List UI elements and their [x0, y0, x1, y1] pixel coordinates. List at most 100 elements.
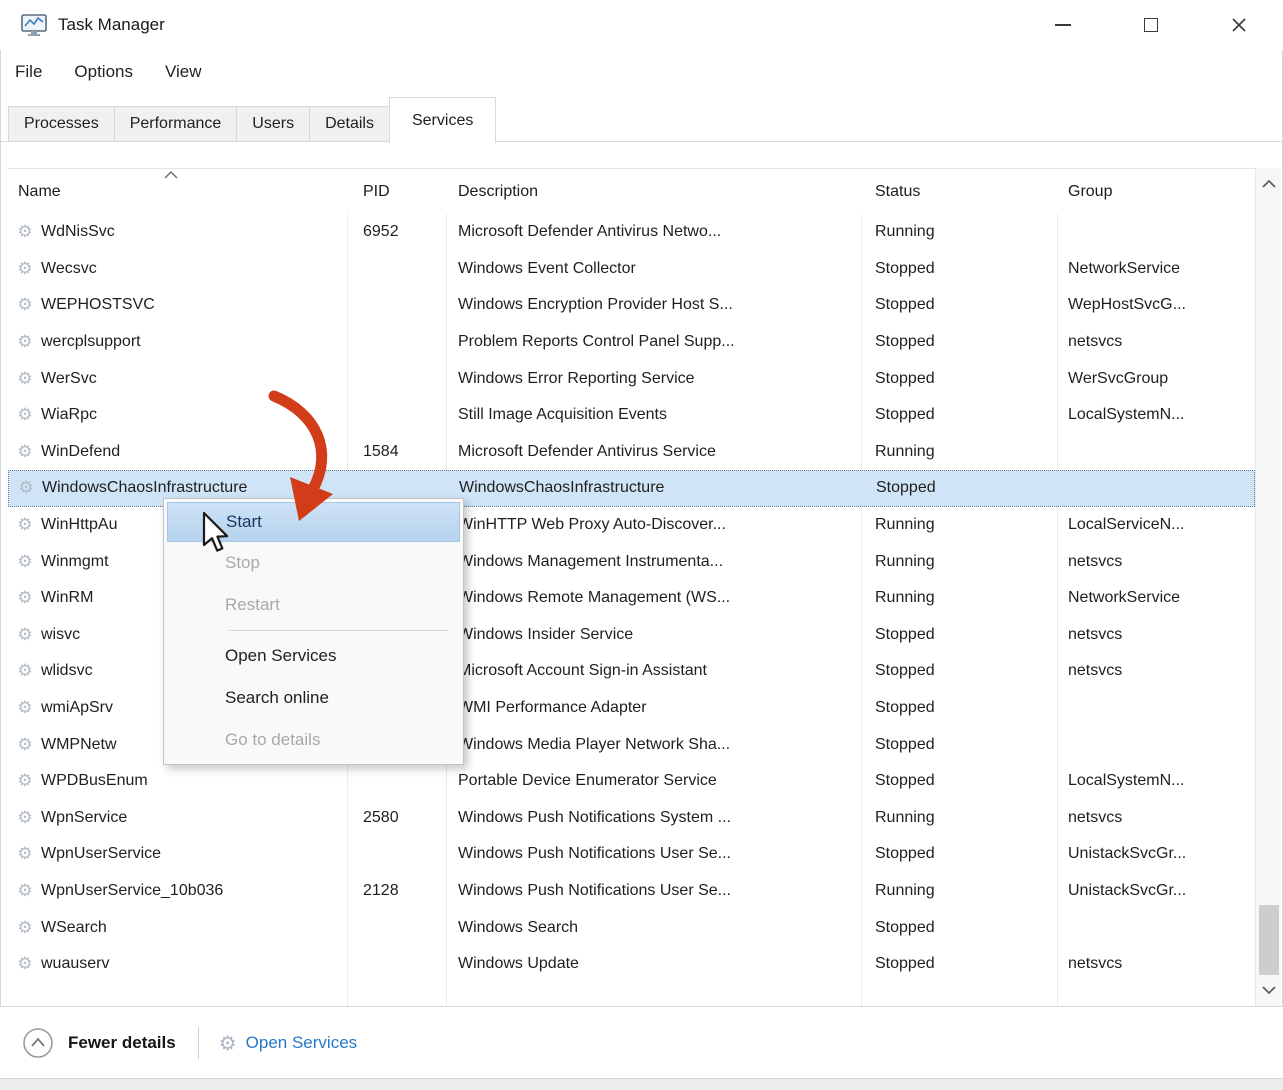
context-menu-item-stop[interactable]: Stop: [167, 542, 460, 584]
service-description: Microsoft Account Sign-in Assistant: [446, 662, 861, 680]
scrollbar-thumb[interactable]: [1259, 905, 1279, 975]
service-pid: 2128: [347, 882, 446, 900]
service-gear-icon: ⚙: [14, 515, 36, 535]
scroll-down-button[interactable]: [1256, 976, 1282, 1004]
service-gear-icon: ⚙: [14, 442, 36, 462]
chevron-up-icon: [1262, 180, 1276, 188]
service-name: WpnUserService_10b036: [41, 882, 223, 900]
context-menu-item-open-services[interactable]: Open Services: [167, 635, 460, 677]
service-description: Windows Push Notifications System ...: [446, 809, 861, 827]
service-gear-icon: ⚙: [14, 369, 36, 389]
service-name: WEPHOSTSVC: [41, 296, 155, 314]
service-description: Windows Remote Management (WS...: [446, 589, 861, 607]
table-row[interactable]: ⚙ WdNisSvc 6952 Microsoft Defender Antiv…: [8, 214, 1255, 251]
menubar: File Options View: [0, 52, 202, 92]
service-pid: 6952: [347, 223, 446, 241]
tab-services[interactable]: Services: [389, 97, 496, 143]
table-header: Name PID Description Status Group: [8, 168, 1255, 214]
tab-performance[interactable]: Performance: [114, 106, 238, 142]
service-gear-icon: ⚙: [14, 588, 36, 608]
column-header-status[interactable]: Status: [861, 183, 1057, 201]
service-gear-icon: ⚙: [14, 771, 36, 791]
service-status: Running: [861, 882, 1057, 900]
service-gear-icon: ⚙: [14, 295, 36, 315]
service-name: Winmgmt: [41, 553, 109, 571]
table-row[interactable]: ⚙ Wecsvc Windows Event Collector Stopped…: [8, 251, 1255, 288]
table-row[interactable]: ⚙ wercplsupport Problem Reports Control …: [8, 324, 1255, 361]
context-menu: Start Stop Restart Open Services Search …: [163, 498, 464, 765]
table-row[interactable]: ⚙ WPDBusEnum Portable Device Enumerator …: [8, 763, 1255, 800]
service-group: netsvcs: [1057, 662, 1255, 680]
service-name: WMPNetw: [41, 736, 117, 754]
service-status: Running: [861, 809, 1057, 827]
column-header-group[interactable]: Group: [1057, 183, 1255, 201]
menubar-item-file[interactable]: File: [15, 62, 42, 82]
table-row[interactable]: ⚙ wuauserv Windows Update Stopped netsvc…: [8, 946, 1255, 983]
service-name: WdNisSvc: [41, 223, 115, 241]
task-manager-icon: [20, 11, 48, 39]
service-status: Stopped: [861, 370, 1057, 388]
service-name: wuauserv: [41, 955, 109, 973]
minimize-button[interactable]: [1019, 0, 1107, 50]
chevron-down-icon: [1262, 986, 1276, 994]
vertical-scrollbar[interactable]: [1255, 168, 1281, 1006]
service-name: WinDefend: [41, 443, 120, 461]
service-gear-icon: ⚙: [14, 552, 36, 572]
tab-processes[interactable]: Processes: [8, 106, 115, 142]
service-description: Windows Insider Service: [446, 626, 861, 644]
table-row[interactable]: ⚙ WSearch Windows Search Stopped: [8, 909, 1255, 946]
chevron-up-circle-icon: [22, 1027, 54, 1059]
column-header-name[interactable]: Name: [8, 183, 347, 201]
service-gear-icon: ⚙: [14, 881, 36, 901]
menubar-item-view[interactable]: View: [165, 62, 202, 82]
service-description: Windows Push Notifications User Se...: [446, 845, 861, 863]
service-description: WinHTTP Web Proxy Auto-Discover...: [446, 516, 861, 534]
menubar-item-options[interactable]: Options: [74, 62, 133, 82]
column-header-pid[interactable]: PID: [347, 183, 446, 201]
footer: Fewer details ⚙ Open Services: [0, 1006, 1283, 1078]
service-status: Running: [861, 443, 1057, 461]
service-gear-icon: ⚙: [15, 478, 37, 498]
table-row[interactable]: ⚙ WiaRpc Still Image Acquisition Events …: [8, 397, 1255, 434]
service-name: WinHttpAu: [41, 516, 117, 534]
table-row[interactable]: ⚙ WinDefend 1584 Microsoft Defender Anti…: [8, 434, 1255, 471]
close-icon: [1230, 16, 1248, 34]
service-status: Stopped: [861, 699, 1057, 717]
column-header-description[interactable]: Description: [446, 183, 861, 201]
service-name: wercplsupport: [41, 333, 141, 351]
close-button[interactable]: [1195, 0, 1283, 50]
service-description: Microsoft Defender Antivirus Service: [446, 443, 861, 461]
sort-ascending-icon: [163, 170, 179, 179]
table-row[interactable]: ⚙ WpnUserService Windows Push Notificati…: [8, 836, 1255, 873]
table-row[interactable]: ⚙ WpnUserService_10b036 2128 Windows Pus…: [8, 873, 1255, 910]
scroll-up-button[interactable]: [1256, 170, 1282, 198]
service-description: Windows Search: [446, 919, 861, 937]
task-manager-window: Task Manager File Options View Processes…: [0, 0, 1283, 1090]
table-row[interactable]: ⚙ WerSvc Windows Error Reporting Service…: [8, 360, 1255, 397]
fewer-details-button[interactable]: Fewer details: [68, 1033, 176, 1053]
service-status: Stopped: [861, 955, 1057, 973]
service-name: wisvc: [41, 626, 80, 644]
service-group: WerSvcGroup: [1057, 370, 1255, 388]
service-name: WindowsChaosInfrastructure: [42, 479, 247, 497]
tab-details[interactable]: Details: [309, 106, 390, 142]
service-name: Wecsvc: [41, 260, 97, 278]
table-row[interactable]: ⚙ WpnService 2580 Windows Push Notificat…: [8, 800, 1255, 837]
service-description: Windows Push Notifications User Se...: [446, 882, 861, 900]
service-name: WinRM: [41, 589, 93, 607]
service-pid: 2580: [347, 809, 446, 827]
context-menu-item-start[interactable]: Start: [167, 502, 460, 542]
context-menu-item-search-online[interactable]: Search online: [167, 677, 460, 719]
service-description: WindowsChaosInfrastructure: [447, 479, 862, 497]
table-row[interactable]: ⚙ WEPHOSTSVC Windows Encryption Provider…: [8, 287, 1255, 324]
open-services-link[interactable]: Open Services: [246, 1033, 358, 1053]
service-gear-icon: ⚙: [14, 698, 36, 718]
tab-users[interactable]: Users: [236, 106, 310, 142]
service-gear-icon: ⚙: [14, 954, 36, 974]
service-group: netsvcs: [1057, 626, 1255, 644]
maximize-button[interactable]: [1107, 0, 1195, 50]
service-group: netsvcs: [1057, 809, 1255, 827]
context-menu-item-go-to-details[interactable]: Go to details: [167, 719, 460, 761]
context-menu-item-restart[interactable]: Restart: [167, 584, 460, 626]
service-name: WPDBusEnum: [41, 772, 148, 790]
